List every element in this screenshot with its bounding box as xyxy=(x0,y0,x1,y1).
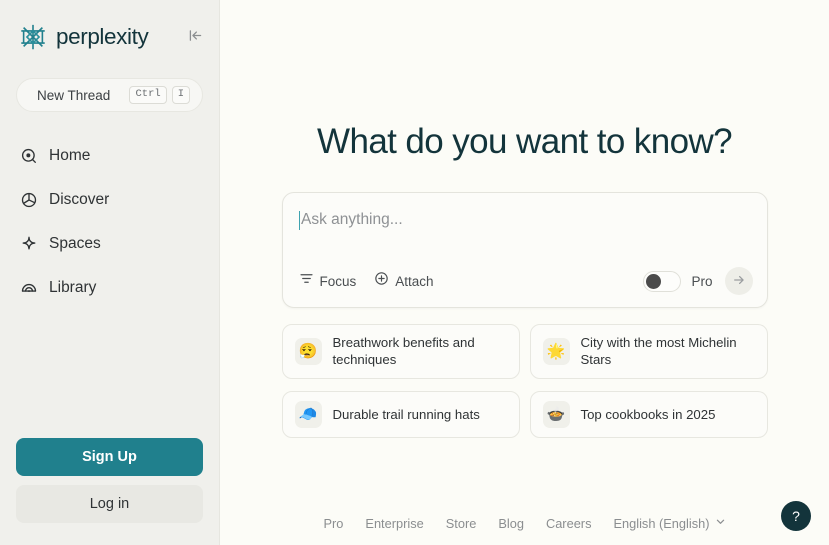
app-root: perplexity New Thread Ctrl I Home Discov… xyxy=(0,0,829,545)
suggestion-text: Breathwork benefits and techniques xyxy=(332,335,475,368)
footer: Pro Enterprise Store Blog Careers Englis… xyxy=(220,514,829,532)
suggestion-card[interactable]: 🧢 Durable trail running hats xyxy=(281,390,520,438)
log-in-button[interactable]: Log in xyxy=(16,485,203,523)
footer-link-enterprise[interactable]: Enterprise xyxy=(365,516,423,531)
search-input-placeholder: Ask anything... xyxy=(301,211,403,228)
suggestion-text: Top cookbooks in 2025 xyxy=(580,406,716,422)
language-selector[interactable]: English (English) xyxy=(613,514,725,532)
suggestion-emoji: 🌟 xyxy=(542,337,570,365)
filter-icon xyxy=(299,271,314,291)
sparkle-icon xyxy=(20,235,38,253)
auth-actions: Sign Up Log in xyxy=(0,438,219,545)
main-content: What do you want to know? Ask anything..… xyxy=(220,0,829,545)
text-caret xyxy=(298,210,300,230)
perplexity-starburst-icon xyxy=(18,22,48,52)
sidebar-nav: Home Discover Spaces Library xyxy=(0,134,219,310)
sidebar-item-label: Discover xyxy=(49,191,110,208)
sidebar-item-spaces[interactable]: Spaces xyxy=(0,222,219,266)
sidebar-item-library[interactable]: Library xyxy=(0,266,219,310)
new-thread-label: New Thread xyxy=(37,87,111,103)
sidebar-item-label: Home xyxy=(49,147,91,164)
suggestion-text: City with the most Michelin Stars xyxy=(580,335,737,368)
new-thread-shortcut: Ctrl I xyxy=(129,86,190,104)
language-label: English (English) xyxy=(613,515,710,531)
shortcut-letter-key: I xyxy=(171,86,190,104)
footer-link-store[interactable]: Store xyxy=(446,516,477,531)
suggestion-cards: 😮‍💨 Breathwork benefits and techniques 🌟… xyxy=(281,324,768,438)
footer-link-careers[interactable]: Careers xyxy=(546,516,592,531)
suggestion-card[interactable]: 😮‍💨 Breathwork benefits and techniques xyxy=(281,324,520,379)
suggestion-emoji: 🍲 xyxy=(542,400,570,428)
suggestion-card[interactable]: 🍲 Top cookbooks in 2025 xyxy=(529,390,768,438)
arrow-right-icon xyxy=(732,273,746,290)
sidebar-item-home[interactable]: Home xyxy=(0,134,219,178)
toggle-knob xyxy=(646,273,662,289)
library-arc-icon xyxy=(20,279,38,297)
shortcut-modifier-key: Ctrl xyxy=(129,86,167,104)
sidebar-collapse-icon[interactable] xyxy=(185,25,205,45)
submit-button[interactable] xyxy=(724,267,753,295)
composer[interactable]: Ask anything... Focus Attach Pro xyxy=(281,192,768,308)
home-target-icon xyxy=(20,147,38,165)
suggestion-card[interactable]: 🌟 City with the most Michelin Stars xyxy=(529,324,768,379)
sign-up-button[interactable]: Sign Up xyxy=(16,438,203,476)
attach-label: Attach xyxy=(395,273,434,289)
focus-label: Focus xyxy=(319,273,357,289)
footer-link-pro[interactable]: Pro xyxy=(323,516,343,531)
suggestion-emoji: 🧢 xyxy=(294,400,322,428)
footer-link-blog[interactable]: Blog xyxy=(498,516,524,531)
new-thread-button[interactable]: New Thread Ctrl I xyxy=(16,78,203,112)
sidebar-item-discover[interactable]: Discover xyxy=(0,178,219,222)
page-title: What do you want to know? xyxy=(317,122,733,161)
attach-button[interactable]: Attach xyxy=(374,271,434,291)
brand-wordmark: perplexity xyxy=(56,23,149,49)
help-button[interactable]: ? xyxy=(781,501,811,531)
sidebar-item-label: Library xyxy=(49,279,97,296)
globe-icon xyxy=(20,191,38,209)
pro-label: Pro xyxy=(691,273,713,289)
suggestion-text: Durable trail running hats xyxy=(332,406,480,422)
sidebar-item-label: Spaces xyxy=(49,235,101,252)
focus-button[interactable]: Focus xyxy=(299,271,357,291)
chevron-down-icon xyxy=(715,514,726,532)
composer-input-row[interactable]: Ask anything... xyxy=(298,209,751,231)
suggestion-emoji: 😮‍💨 xyxy=(294,337,322,365)
composer-toolbar: Focus Attach Pro xyxy=(299,267,753,295)
pro-mode-toggle[interactable] xyxy=(643,270,682,292)
sidebar: perplexity New Thread Ctrl I Home Discov… xyxy=(0,0,220,545)
plus-circle-icon xyxy=(374,271,389,291)
